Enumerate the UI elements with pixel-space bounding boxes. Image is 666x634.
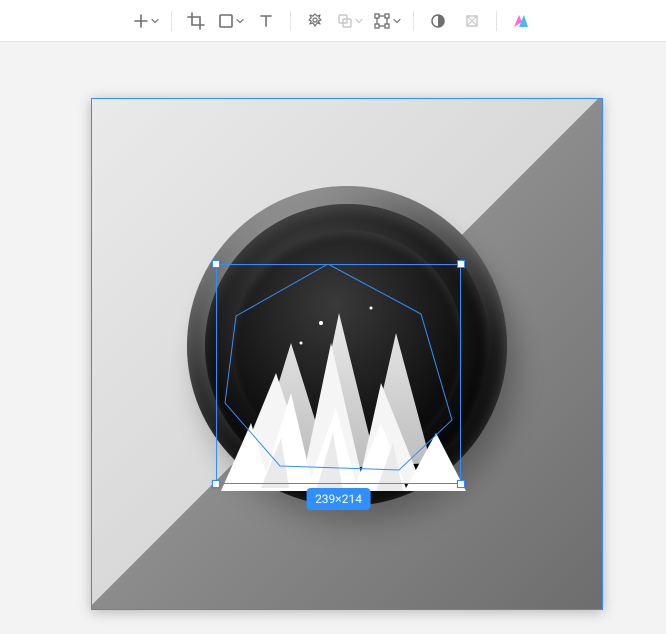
chevron-down-icon	[236, 17, 244, 25]
perspective-crop-icon	[464, 13, 480, 29]
plus-icon	[133, 13, 149, 29]
toolbar-separator	[496, 11, 497, 31]
selection-dimensions-badge: 239×214	[306, 488, 371, 510]
resize-handle-top-left[interactable]	[212, 260, 220, 268]
perspective-crop-tool[interactable]	[456, 5, 488, 37]
layers-icon	[337, 13, 353, 29]
canvas[interactable]: 239×214	[0, 42, 666, 634]
shape-tool[interactable]	[214, 5, 248, 37]
toolbar-separator	[413, 11, 414, 31]
chevron-down-icon	[355, 17, 363, 25]
resize-handle-top-right[interactable]	[457, 260, 465, 268]
text-tool[interactable]	[250, 5, 282, 37]
insert-tool[interactable]	[129, 5, 163, 37]
toolbar	[0, 0, 666, 42]
object-selection[interactable]: 239×214	[216, 264, 461, 484]
toolbar-separator	[290, 11, 291, 31]
resize-handle-bottom-right[interactable]	[457, 480, 465, 488]
chevron-down-icon	[393, 17, 401, 25]
node-edit-tool[interactable]	[369, 5, 405, 37]
layer-tool[interactable]	[333, 5, 367, 37]
toolbar-separator	[171, 11, 172, 31]
text-icon	[258, 13, 274, 29]
selection-rectangle	[216, 264, 461, 484]
color-adjust-tool[interactable]	[299, 5, 331, 37]
color-adjust-icon	[306, 12, 324, 30]
square-icon	[218, 13, 234, 29]
resize-handle-bottom-left[interactable]	[212, 480, 220, 488]
brand-icon	[512, 12, 530, 30]
nodes-icon	[373, 12, 391, 30]
mask-tool[interactable]	[422, 5, 454, 37]
crop-tool[interactable]	[180, 5, 212, 37]
chevron-down-icon	[151, 17, 159, 25]
crop-icon	[187, 12, 205, 30]
selection-polygon	[216, 264, 461, 484]
mask-icon	[430, 13, 446, 29]
brand-logo[interactable]	[505, 5, 537, 37]
